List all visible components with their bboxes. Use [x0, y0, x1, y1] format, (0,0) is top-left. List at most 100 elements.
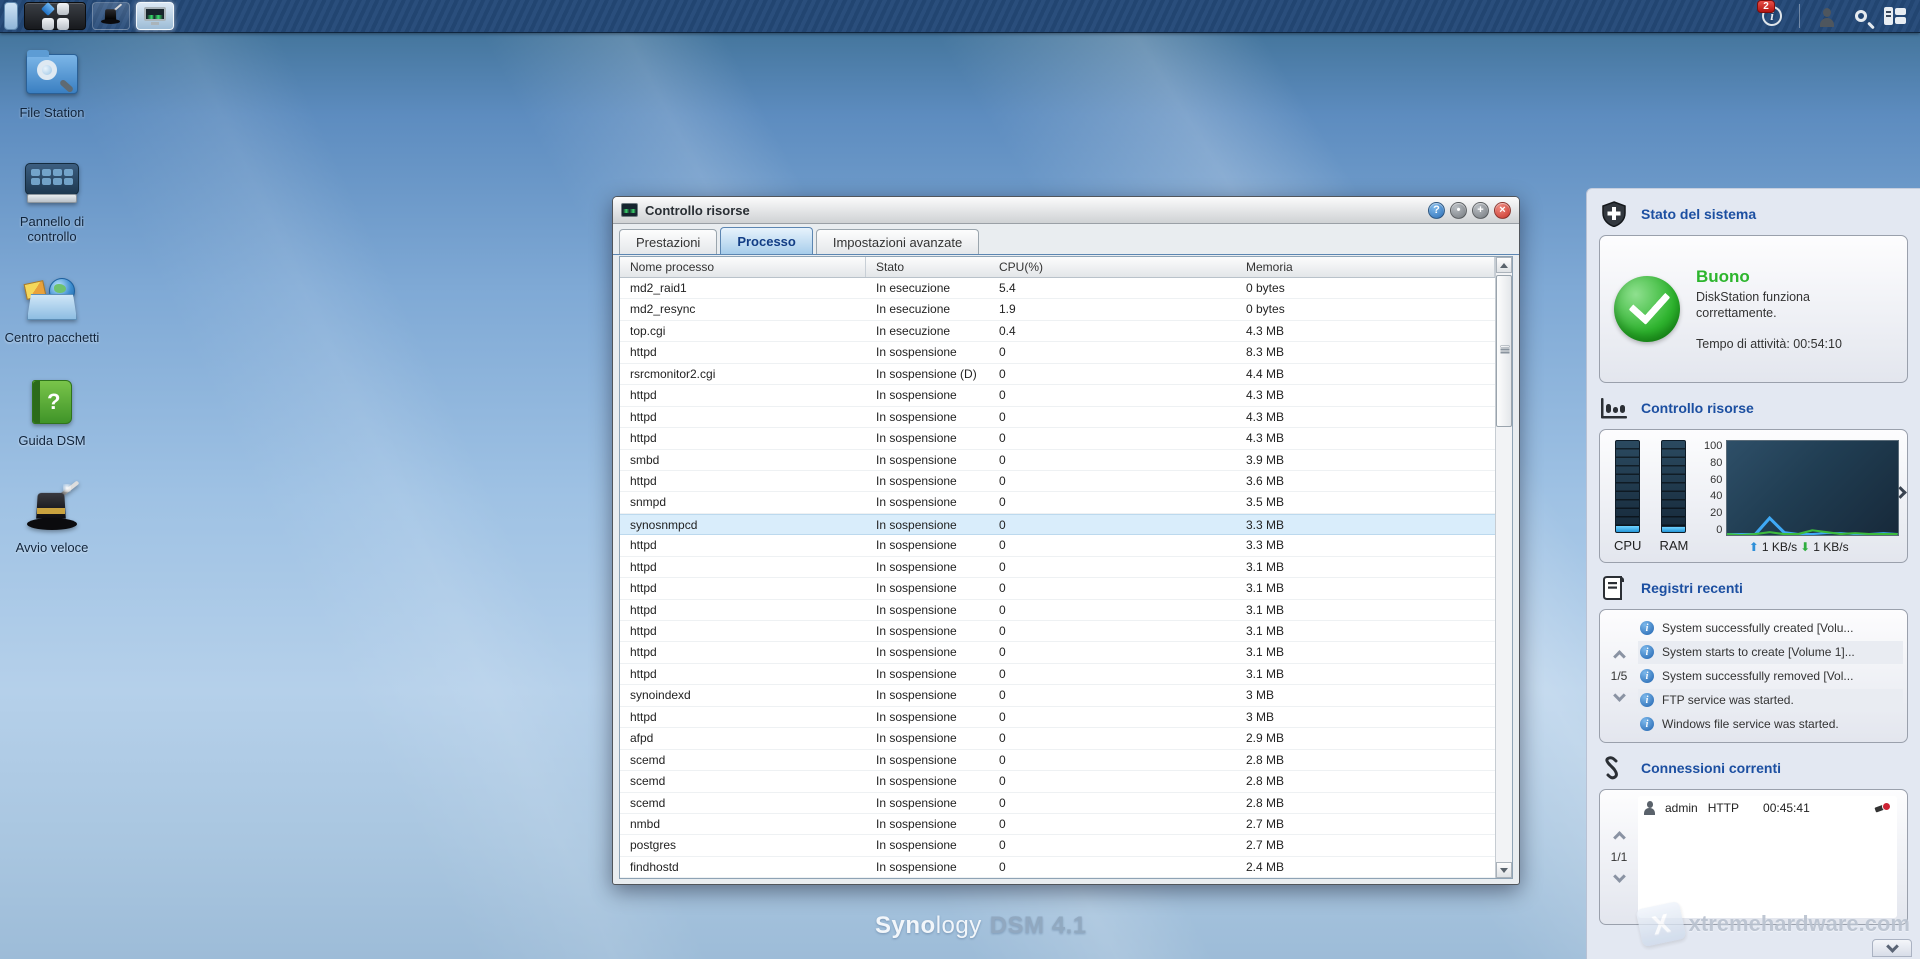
- table-row[interactable]: nmbdIn sospensione02.7 MB: [620, 814, 1495, 835]
- table-cell: 0: [989, 578, 1236, 598]
- table-cell: synosnmpcd: [620, 515, 866, 534]
- window-titlebar[interactable]: Controllo risorse ? • + ×: [613, 197, 1519, 224]
- table-row[interactable]: snmpdIn sospensione03.5 MB: [620, 492, 1495, 513]
- logs-page-up[interactable]: [1613, 650, 1626, 663]
- tab-impostazioni-avanzate[interactable]: Impostazioni avanzate: [816, 229, 979, 254]
- resource-monitor-widget-header[interactable]: Controllo risorse: [1599, 393, 1908, 423]
- table-cell: 0: [989, 515, 1236, 534]
- scroll-up-button[interactable]: [1496, 257, 1512, 273]
- table-cell: In esecuzione: [866, 299, 989, 319]
- maximize-button[interactable]: +: [1472, 202, 1489, 219]
- desktop-icon-label: Avvio veloce: [16, 541, 89, 556]
- table-row[interactable]: httpdIn sospensione03.3 MB: [620, 535, 1495, 556]
- table-row[interactable]: smbdIn sospensione03.9 MB: [620, 450, 1495, 471]
- table-row[interactable]: scemdIn sospensione02.8 MB: [620, 750, 1495, 771]
- close-button[interactable]: ×: [1494, 202, 1511, 219]
- table-row[interactable]: httpdIn sospensione08.3 MB: [620, 342, 1495, 363]
- tab-prestazioni[interactable]: Prestazioni: [619, 229, 717, 254]
- table-row[interactable]: scemdIn sospensione02.8 MB: [620, 793, 1495, 814]
- quick-start-taskbar-button[interactable]: [92, 2, 130, 30]
- table-cell: 0: [989, 621, 1236, 641]
- table-row[interactable]: rsrcmonitor2.cgiIn sospensione (D)04.4 M…: [620, 364, 1495, 385]
- table-row[interactable]: scemdIn sospensione02.8 MB: [620, 771, 1495, 792]
- table-row[interactable]: top.cgiIn esecuzione0.44.3 MB: [620, 321, 1495, 342]
- table-cell: snmpd: [620, 492, 866, 512]
- minimize-button[interactable]: •: [1450, 202, 1467, 219]
- table-cell: 0 bytes: [1236, 278, 1495, 298]
- pilot-view-icon: [1884, 7, 1906, 25]
- table-cell: In sospensione: [866, 492, 989, 512]
- search-button[interactable]: [1844, 2, 1878, 30]
- y-tick-label: 80: [1710, 457, 1722, 469]
- table-row[interactable]: httpdIn sospensione03.1 MB: [620, 600, 1495, 621]
- table-row[interactable]: httpdIn sospensione03.1 MB: [620, 557, 1495, 578]
- desktop-icon-quick-start[interactable]: Avvio veloce: [0, 483, 104, 556]
- table-row[interactable]: synosnmpcdIn sospensione03.3 MB: [620, 514, 1495, 535]
- table-row[interactable]: httpdIn sospensione03.1 MB: [620, 621, 1495, 642]
- table-row[interactable]: httpdIn sospensione03.1 MB: [620, 642, 1495, 663]
- connections-page-down[interactable]: [1613, 870, 1626, 883]
- column-header[interactable]: Nome processo: [620, 257, 866, 277]
- file-station-icon: [24, 48, 80, 100]
- user-menu-button[interactable]: [1810, 2, 1844, 30]
- connection-row[interactable]: admin HTTP 00:45:41: [1638, 796, 1897, 820]
- table-cell: 3.9 MB: [1236, 450, 1495, 470]
- uptime-text: Tempo di attività: 00:54:10: [1696, 337, 1893, 351]
- log-item[interactable]: iSystem successfully removed [Vol...: [1638, 665, 1903, 688]
- pilot-view-button[interactable]: [1878, 2, 1912, 30]
- network-chart-yticks: 100806040200: [1698, 440, 1726, 536]
- log-item[interactable]: iSystem successfully created [Volu...: [1638, 617, 1903, 640]
- table-cell: smbd: [620, 450, 866, 470]
- process-table-header: Nome processoStatoCPU(%)Memoria: [620, 257, 1495, 278]
- logs-page-down[interactable]: [1613, 689, 1626, 702]
- table-row[interactable]: synoindexdIn sospensione03 MB: [620, 685, 1495, 706]
- table-cell: In sospensione: [866, 600, 989, 620]
- disconnect-icon[interactable]: [1875, 802, 1891, 814]
- recent-logs-header[interactable]: Registri recenti: [1599, 573, 1908, 603]
- resource-monitor-icon: [143, 7, 167, 25]
- table-cell: In sospensione: [866, 471, 989, 491]
- column-header[interactable]: Stato: [866, 257, 989, 277]
- desktop-icon-dsm-help[interactable]: ? Guida DSM: [0, 376, 104, 449]
- table-cell: 0.4: [989, 321, 1236, 341]
- scroll-down-button[interactable]: [1496, 862, 1512, 878]
- column-header[interactable]: CPU(%): [989, 257, 1236, 277]
- column-header[interactable]: Memoria: [1236, 257, 1495, 277]
- table-row[interactable]: httpdIn sospensione03.1 MB: [620, 578, 1495, 599]
- resource-monitor-taskbar-button[interactable]: [136, 2, 174, 30]
- help-button[interactable]: ?: [1428, 202, 1445, 219]
- info-icon: i: [1640, 621, 1654, 635]
- table-row[interactable]: httpdIn sospensione04.3 MB: [620, 428, 1495, 449]
- connection-list: admin HTTP 00:45:41: [1638, 796, 1897, 918]
- table-row[interactable]: httpdIn sospensione04.3 MB: [620, 385, 1495, 406]
- table-row[interactable]: httpdIn sospensione03.6 MB: [620, 471, 1495, 492]
- table-cell: httpd: [620, 471, 866, 491]
- table-scrollbar[interactable]: [1495, 257, 1512, 878]
- upload-rate: 1 KB/s: [1762, 540, 1797, 554]
- main-menu-button[interactable]: [24, 2, 86, 30]
- log-item[interactable]: iFTP service was started.: [1638, 689, 1903, 712]
- table-row[interactable]: httpdIn sospensione04.3 MB: [620, 407, 1495, 428]
- log-item[interactable]: iSystem starts to create [Volume 1]...: [1638, 641, 1903, 664]
- desktop-icon-package-center[interactable]: Centro pacchetti: [0, 273, 104, 346]
- table-row[interactable]: md2_raid1In esecuzione5.40 bytes: [620, 278, 1495, 299]
- log-item[interactable]: iWindows file service was started.: [1638, 713, 1903, 736]
- table-row[interactable]: afpdIn sospensione02.9 MB: [620, 728, 1495, 749]
- table-row[interactable]: findhostdIn sospensione02.4 MB: [620, 857, 1495, 878]
- notifications-button[interactable]: 2 i: [1755, 2, 1789, 30]
- show-desktop-button[interactable]: [4, 2, 18, 30]
- table-cell: 3.1 MB: [1236, 664, 1495, 684]
- table-row[interactable]: httpdIn sospensione03 MB: [620, 707, 1495, 728]
- tab-processo[interactable]: Processo: [720, 227, 813, 254]
- system-status-header[interactable]: Stato del sistema: [1599, 199, 1908, 229]
- scrollbar-thumb[interactable]: [1496, 275, 1512, 427]
- table-cell: In sospensione: [866, 342, 989, 362]
- desktop-icon-file-station[interactable]: File Station: [0, 48, 104, 121]
- table-row[interactable]: postgresIn sospensione02.7 MB: [620, 835, 1495, 856]
- connections-page-up[interactable]: [1613, 831, 1626, 844]
- current-connections-header[interactable]: Connessioni correnti: [1599, 753, 1908, 783]
- resource-monitor-panel: CPU RAM 100806040200 ⬆ 1 KB/s ⬇: [1599, 429, 1908, 563]
- table-row[interactable]: httpdIn sospensione03.1 MB: [620, 664, 1495, 685]
- desktop-icon-control-panel[interactable]: Pannello di controllo: [0, 157, 104, 245]
- table-row[interactable]: md2_resyncIn esecuzione1.90 bytes: [620, 299, 1495, 320]
